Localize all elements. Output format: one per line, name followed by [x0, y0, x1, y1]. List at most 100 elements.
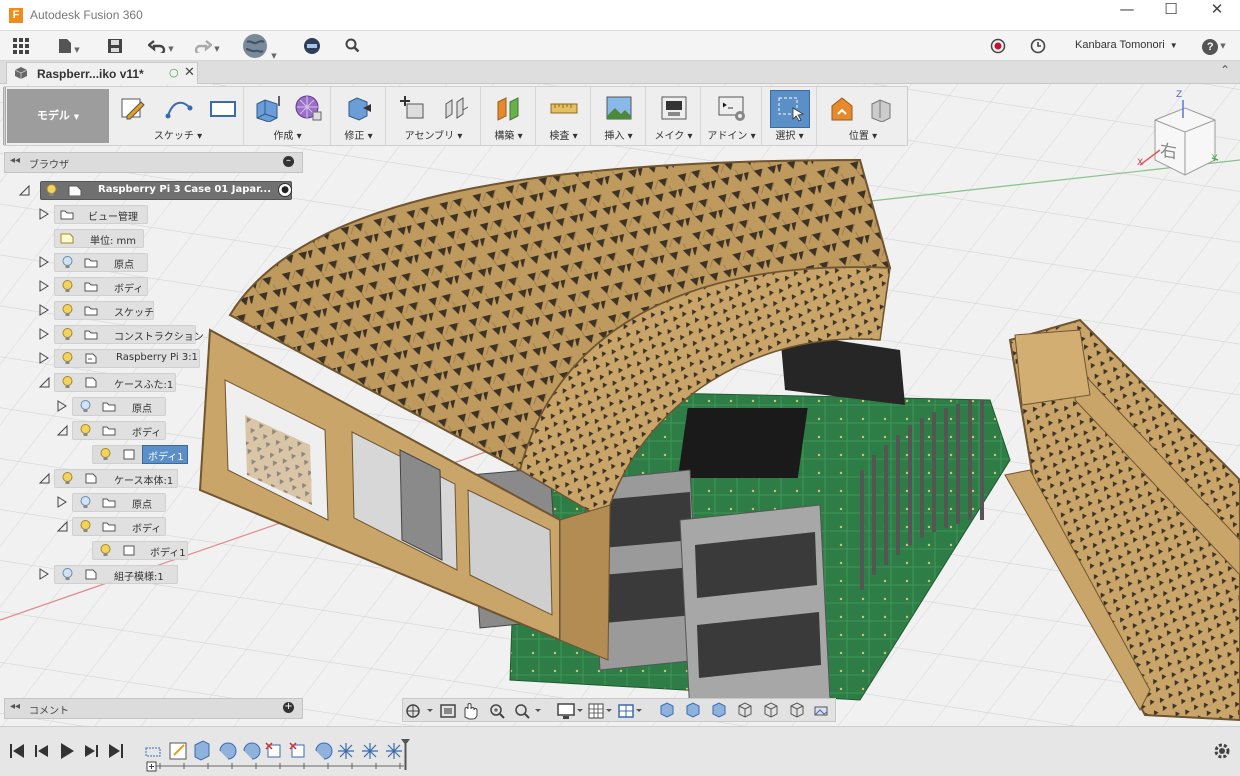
- extrude-icon[interactable]: [253, 94, 281, 122]
- line-arc-icon[interactable]: [165, 94, 193, 122]
- orbit-icon[interactable]: [406, 704, 433, 718]
- visual-style-icons[interactable]: [660, 702, 726, 718]
- look-at-icon[interactable]: [440, 704, 456, 718]
- construct-group-label[interactable]: 構築 ▾: [482, 127, 535, 142]
- help-menu-icon[interactable]: ? ▼: [1198, 35, 1230, 57]
- select-group-label[interactable]: 選択 ▾: [763, 127, 816, 142]
- hidden-bulb-icon[interactable]: [62, 568, 73, 581]
- record-icon[interactable]: [987, 35, 1009, 57]
- close-tab-icon[interactable]: ✕: [184, 65, 195, 80]
- collapsed-triangle-icon[interactable]: [38, 304, 50, 316]
- job-status-clock-icon[interactable]: [1027, 35, 1049, 57]
- select-cursor-icon[interactable]: [777, 96, 805, 124]
- 3d-print-icon[interactable]: [660, 94, 688, 122]
- viewports-icon[interactable]: [618, 704, 642, 718]
- addins-group[interactable]: アドイン ▾: [702, 87, 762, 145]
- capture-position-icon[interactable]: [828, 94, 856, 122]
- tree-node-case-lid[interactable]: ケースふた:1: [38, 373, 188, 392]
- measure-icon[interactable]: [550, 94, 578, 122]
- tree-node-lid-origin[interactable]: 原点: [56, 397, 176, 416]
- tree-root-node[interactable]: Raspberry Pi 3 Case 01 Japar... ●: [18, 181, 300, 200]
- tree-node-body-origin[interactable]: 原点: [56, 493, 176, 512]
- visibility-bulb-icon[interactable]: [62, 328, 73, 341]
- visibility-bulb-icon[interactable]: [62, 280, 73, 293]
- position-group[interactable]: 位置 ▾: [818, 87, 908, 145]
- timeline-first-icon[interactable]: [10, 744, 24, 758]
- tree-node-units[interactable]: 単位: mm: [38, 229, 158, 248]
- make-group-label[interactable]: メイク ▾: [647, 127, 700, 142]
- make-group[interactable]: メイク ▾: [647, 87, 701, 145]
- tree-node-sketches[interactable]: スケッチ: [38, 301, 158, 320]
- rectangle-icon[interactable]: [209, 94, 237, 122]
- visibility-bulb-icon[interactable]: [62, 472, 73, 485]
- create-group-label[interactable]: 作成 ▾: [245, 127, 330, 142]
- scripts-addins-icon[interactable]: [718, 94, 746, 122]
- timeline-last-icon[interactable]: [109, 744, 123, 758]
- tree-node-lid-body1[interactable]: ボディ1: [76, 445, 188, 464]
- timeline-play-icon[interactable]: [61, 743, 74, 759]
- browser-minimize-icon[interactable]: –: [283, 156, 294, 167]
- zoom-icon[interactable]: [490, 704, 505, 719]
- tree-node-raspberry-pi-component[interactable]: Raspberry Pi 3:1: [38, 349, 208, 368]
- select-group[interactable]: 選択 ▾: [763, 87, 817, 145]
- pan-hand-icon[interactable]: [464, 703, 478, 720]
- save-icon[interactable]: [104, 35, 126, 57]
- select-tool-active[interactable]: [770, 90, 810, 128]
- tree-node-construction[interactable]: コンストラクション: [38, 325, 204, 344]
- environment-icon[interactable]: [814, 706, 828, 716]
- maximize-button[interactable]: ☐: [1148, 0, 1194, 31]
- collapse-toolbar-icon[interactable]: ⌃: [1220, 63, 1230, 77]
- grid-settings-icon[interactable]: [588, 703, 612, 719]
- visibility-bulb-icon[interactable]: [62, 376, 73, 389]
- collapsed-triangle-icon[interactable]: [38, 328, 50, 340]
- tree-node-named-views[interactable]: ビュー管理: [38, 205, 158, 224]
- modify-group-label[interactable]: 修正 ▾: [332, 127, 385, 142]
- document-tab[interactable]: Raspberr...iko v11* ○ ✕: [6, 62, 198, 84]
- user-account-menu[interactable]: Kanbara Tomonori ▼: [1075, 39, 1178, 51]
- expanded-triangle-icon[interactable]: [38, 376, 50, 388]
- collapse-comments-icon[interactable]: ◂◂: [10, 701, 20, 712]
- comments-panel-header[interactable]: ◂◂ コメント +: [4, 698, 303, 719]
- insert-group-label[interactable]: 挿入 ▾: [592, 127, 645, 142]
- timeline-next-icon[interactable]: [85, 745, 98, 757]
- new-component-icon[interactable]: [399, 94, 427, 122]
- tree-node-origin[interactable]: 原点: [38, 253, 158, 272]
- sketch-group[interactable]: スケッチ ▾: [113, 87, 244, 145]
- timeline-marker[interactable]: [401, 739, 410, 770]
- collapsed-triangle-icon[interactable]: [38, 208, 50, 220]
- add-comment-icon[interactable]: +: [283, 702, 294, 713]
- collapsed-triangle-icon[interactable]: [38, 352, 50, 364]
- globe-icon[interactable]: ▼: [236, 34, 282, 60]
- press-pull-icon[interactable]: [345, 94, 373, 122]
- pattern-icon[interactable]: [295, 94, 323, 122]
- timeline-features[interactable]: [145, 740, 402, 761]
- collapsed-triangle-icon[interactable]: [38, 568, 50, 580]
- construct-group[interactable]: 構築 ▾: [482, 87, 536, 145]
- position-group-label[interactable]: 位置 ▾: [818, 127, 908, 142]
- activate-radio-icon[interactable]: ●: [278, 183, 292, 197]
- collapsed-triangle-icon[interactable]: [56, 496, 68, 508]
- tree-node-case-body[interactable]: ケース本体:1: [38, 469, 188, 488]
- tree-node-lid-bodies[interactable]: ボディ: [56, 421, 176, 440]
- wireframe-style-icons[interactable]: [738, 702, 804, 718]
- visibility-bulb-icon[interactable]: [100, 544, 111, 557]
- minimize-button[interactable]: —: [1104, 0, 1150, 31]
- collapse-browser-icon[interactable]: ◂◂: [10, 155, 20, 166]
- fit-zoom-icon[interactable]: [515, 704, 541, 719]
- tree-node-kumiko-pattern[interactable]: 組子模様:1: [38, 565, 188, 584]
- visibility-bulb-icon[interactable]: [46, 184, 57, 197]
- collapsed-triangle-icon[interactable]: [38, 256, 50, 268]
- modify-group[interactable]: 修正 ▾: [332, 87, 386, 145]
- revert-position-icon[interactable]: [868, 94, 896, 122]
- inspect-group[interactable]: 検査 ▾: [537, 87, 591, 145]
- create-sketch-icon[interactable]: [119, 94, 147, 122]
- visibility-bulb-icon[interactable]: [62, 352, 73, 365]
- hidden-bulb-icon[interactable]: [80, 496, 91, 509]
- create-group[interactable]: 作成 ▾: [245, 87, 331, 145]
- redo-icon[interactable]: ▼: [190, 35, 224, 57]
- search-icon[interactable]: [342, 35, 362, 57]
- offset-plane-icon[interactable]: [495, 94, 523, 122]
- collapsed-triangle-icon[interactable]: [56, 400, 68, 412]
- browser-panel-header[interactable]: ◂◂ ブラウザ –: [4, 152, 303, 173]
- timeline-track[interactable]: [146, 761, 404, 772]
